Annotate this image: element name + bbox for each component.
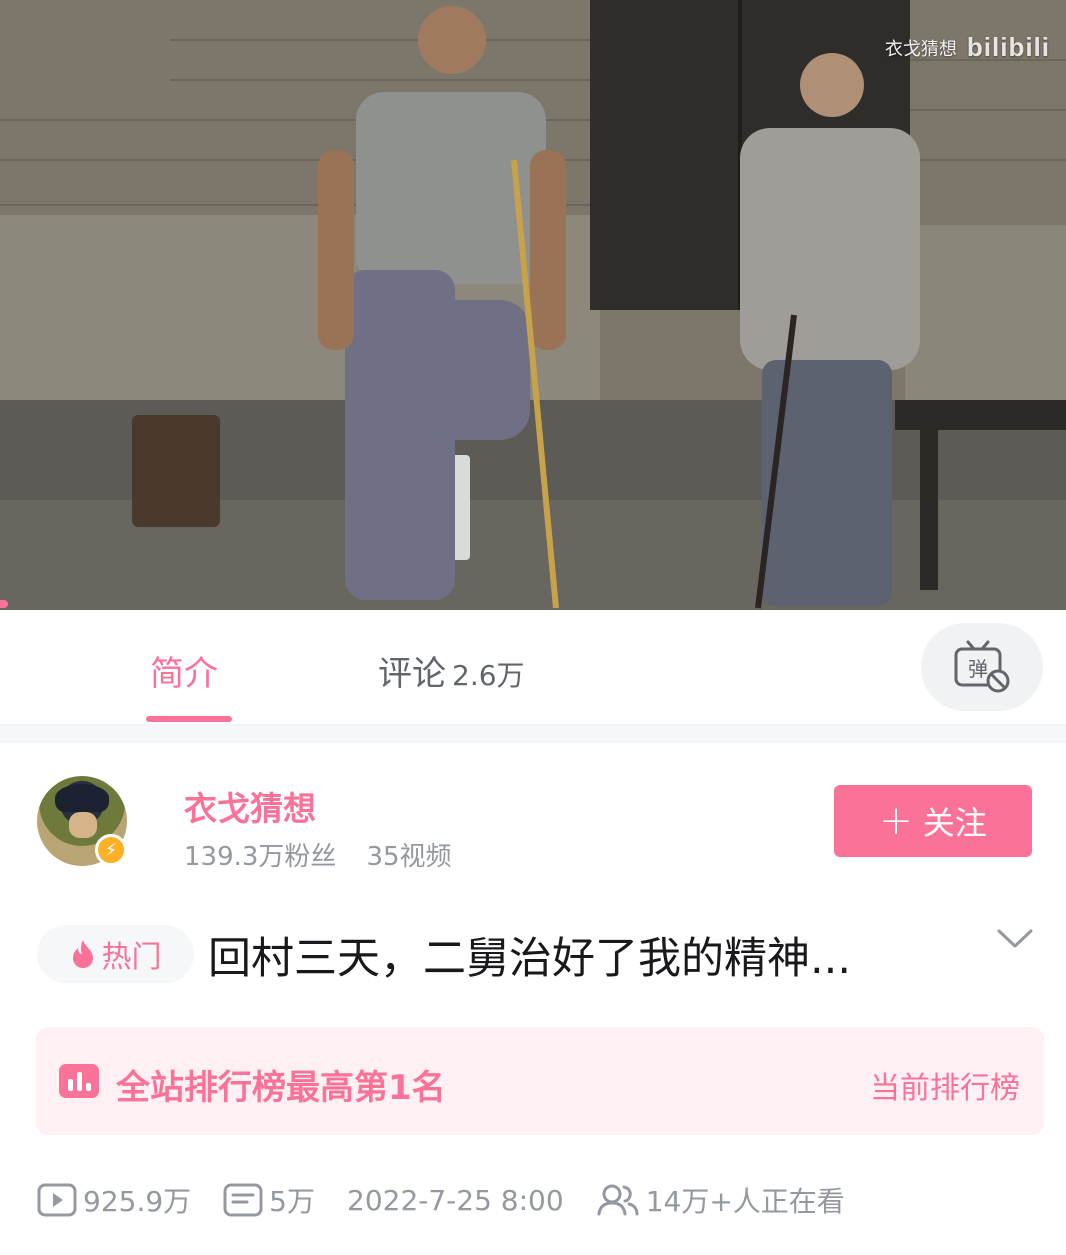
play-count: 925.9万 [37,1180,191,1220]
publish-date: 2022-7-25 8:00 [347,1184,564,1217]
tab-active-indicator [146,716,232,722]
danmaku-toggle-button[interactable]: 弹 [921,623,1043,711]
plus-icon: + [879,798,913,844]
danmaku-count-value: 5万 [269,1185,315,1218]
ranking-banner[interactable]: 全站排行榜最高第1名 当前排行榜 [36,1027,1044,1135]
chevron-down-icon[interactable] [996,926,1034,952]
play-count-value: 925.9万 [83,1185,192,1218]
danmaku-count: 5万 [223,1180,315,1220]
uploader-stats: 139.3万粉丝 35视频 [184,836,452,873]
ranking-text: 全站排行榜最高第1名 [116,1068,446,1108]
content-tabs: 简介 评论 2.6万 [0,610,1066,725]
lightning-badge-icon: ⚡ [95,834,127,866]
bilibili-logo: bilibili [966,32,1050,62]
tab-comments-label: 评论 [378,654,446,694]
watching-count: 14万+人正在看 [596,1180,845,1220]
danmaku-label: 弹 [968,657,988,681]
follow-button[interactable]: + 关注 [834,785,1032,857]
uploader-avatar[interactable]: ⚡ [37,776,127,866]
avatar-face [69,812,97,838]
video-title: 回村三天，二舅治好了我的精神... [208,934,852,984]
uploader-name[interactable]: 衣戈猜想 [184,782,316,830]
section-divider [0,725,1066,743]
play-icon [37,1183,77,1217]
hot-badge[interactable]: 热门 [37,925,194,983]
video-player[interactable]: 衣戈猜想 bilibili [0,0,1066,610]
flame-icon [72,940,93,968]
tab-intro-label: 简介 [150,654,218,694]
tab-comments[interactable]: 评论 2.6万 [378,646,525,695]
watermark-name: 衣戈猜想 [884,38,957,60]
uploader-fans: 139.3万粉丝 [184,842,337,872]
tab-comments-count: 2.6万 [452,659,525,692]
danmaku-icon [223,1183,263,1217]
follow-label: 关注 [922,804,987,842]
hot-badge-label: 热门 [101,940,162,975]
watching-count-value: 14万+人正在看 [645,1185,845,1218]
bar-chart-icon [59,1064,99,1098]
video-watermark: 衣戈猜想 bilibili [885,32,1050,63]
danmaku-off-icon: 弹 [954,640,1010,693]
people-icon [597,1184,639,1216]
progress-indicator [0,600,8,608]
video-stats: 925.9万 5万 2022-7-25 8:00 14万+人正在看 [37,1178,877,1222]
publish-date-value: 2022-7-25 8:00 [347,1183,564,1217]
avatar-hat [55,784,109,812]
video-frame-illustration [0,0,1066,610]
current-ranking-link[interactable]: 当前排行榜 [870,1063,1020,1107]
tab-intro[interactable]: 简介 [150,646,218,695]
uploader-video-count: 35视频 [366,842,452,872]
